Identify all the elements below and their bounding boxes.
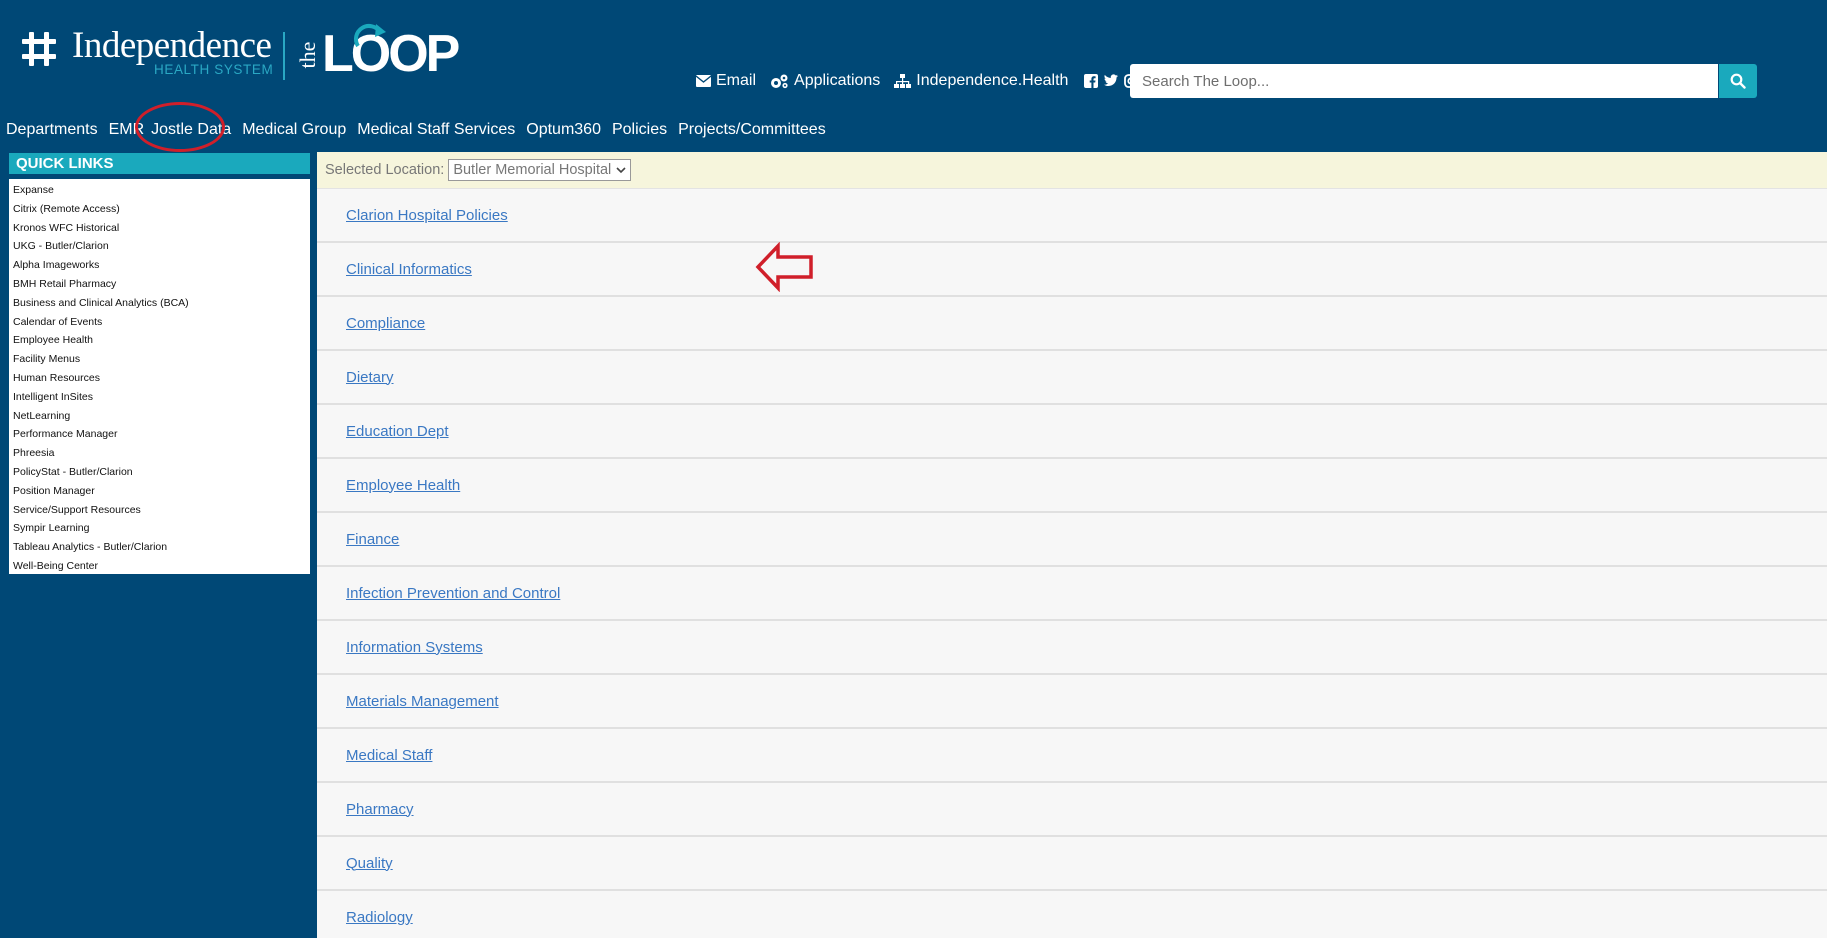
- header: Independence HEALTH SYSTEM the LOOP Emai…: [0, 0, 1827, 120]
- quick-link-bca[interactable]: Business and Clinical Analytics (BCA): [13, 294, 310, 313]
- applications-label: Applications: [794, 72, 881, 89]
- quick-link-expanse[interactable]: Expanse: [13, 181, 310, 200]
- department-row: Compliance: [317, 297, 1827, 351]
- quick-link-netlearning[interactable]: NetLearning: [13, 407, 310, 426]
- brand-name[interactable]: Independence: [72, 24, 272, 67]
- dept-link-compliance[interactable]: Compliance: [346, 315, 425, 332]
- department-row: Information Systems: [317, 621, 1827, 675]
- independence-health-label: Independence.Health: [916, 72, 1069, 89]
- dept-link-clarion-hospital-policies[interactable]: Clarion Hospital Policies: [346, 207, 508, 224]
- dept-link-information-systems[interactable]: Information Systems: [346, 639, 483, 656]
- dept-link-education-dept[interactable]: Education Dept: [346, 423, 449, 440]
- email-label: Email: [716, 72, 757, 89]
- nav-policies[interactable]: Policies: [612, 121, 667, 143]
- quick-link-sympir-learning[interactable]: Sympir Learning: [13, 519, 310, 538]
- quick-link-policystat[interactable]: PolicyStat - Butler/Clarion: [13, 463, 310, 482]
- envelope-icon: [696, 75, 711, 87]
- chevron-down-icon: [616, 166, 626, 173]
- top-links: Email Applications Independence.Health: [696, 70, 1144, 92]
- independence-health-link[interactable]: Independence.Health: [894, 72, 1068, 90]
- dept-link-radiology[interactable]: Radiology: [346, 909, 413, 926]
- quick-link-human-resources[interactable]: Human Resources: [13, 369, 310, 388]
- dept-link-pharmacy[interactable]: Pharmacy: [346, 801, 414, 818]
- department-row: Clarion Hospital Policies: [317, 189, 1827, 243]
- nav-projects-committees[interactable]: Projects/Committees: [678, 121, 826, 143]
- quick-link-position-manager[interactable]: Position Manager: [13, 482, 310, 501]
- brand-subtitle: HEALTH SYSTEM: [154, 62, 274, 77]
- search-input[interactable]: [1130, 64, 1718, 98]
- sitemap-icon: [894, 73, 912, 88]
- loop-arrow-icon: [354, 24, 386, 48]
- department-row: Finance: [317, 513, 1827, 567]
- dept-link-medical-staff[interactable]: Medical Staff: [346, 747, 432, 764]
- department-row: Radiology: [317, 891, 1827, 938]
- loop-prefix: the: [295, 41, 320, 69]
- nav-medical-group[interactable]: Medical Group: [242, 121, 346, 143]
- quick-link-employee-health[interactable]: Employee Health: [13, 331, 310, 350]
- applications-link[interactable]: Applications: [770, 72, 880, 90]
- nav-departments[interactable]: Departments: [6, 121, 98, 143]
- quick-link-intelligent-insites[interactable]: Intelligent InSites: [13, 388, 310, 407]
- dept-link-employee-health[interactable]: Employee Health: [346, 477, 460, 494]
- dept-link-finance[interactable]: Finance: [346, 531, 399, 548]
- department-row: Pharmacy: [317, 783, 1827, 837]
- facebook-icon[interactable]: [1084, 74, 1099, 88]
- quick-link-well-being[interactable]: Well-Being Center: [13, 557, 310, 576]
- quick-link-alpha-imageworks[interactable]: Alpha Imageworks: [13, 256, 310, 275]
- page: Independence HEALTH SYSTEM the LOOP Emai…: [0, 0, 1827, 938]
- nav-jostle-data[interactable]: Jostle Data: [151, 121, 231, 143]
- location-selected: Butler Memorial Hospital: [453, 162, 612, 178]
- dept-link-clinical-informatics[interactable]: Clinical Informatics: [346, 261, 472, 278]
- quick-link-bmh-retail-pharmacy[interactable]: BMH Retail Pharmacy: [13, 275, 310, 294]
- quick-link-performance-manager[interactable]: Performance Manager: [13, 425, 310, 444]
- quick-link-calendar[interactable]: Calendar of Events: [13, 313, 310, 332]
- dept-link-quality[interactable]: Quality: [346, 855, 393, 872]
- location-bar: Selected Location: Butler Memorial Hospi…: [317, 152, 1827, 189]
- twitter-icon[interactable]: [1104, 74, 1119, 88]
- search-icon: [1730, 73, 1746, 89]
- dept-link-infection-prevention[interactable]: Infection Prevention and Control: [346, 585, 560, 602]
- quick-links-title: QUICK LINKS: [9, 153, 310, 174]
- gears-icon: [771, 74, 788, 88]
- nav-optum360[interactable]: Optum360: [526, 121, 601, 143]
- nav-medical-staff-services[interactable]: Medical Staff Services: [357, 121, 515, 143]
- department-row: Medical Staff: [317, 729, 1827, 783]
- quick-link-tableau[interactable]: Tableau Analytics - Butler/Clarion: [13, 538, 310, 557]
- brand-divider: [283, 32, 285, 80]
- quick-link-facility-menus[interactable]: Facility Menus: [13, 350, 310, 369]
- dept-link-materials-management[interactable]: Materials Management: [346, 693, 499, 710]
- department-row: Education Dept: [317, 405, 1827, 459]
- department-row: Employee Health: [317, 459, 1827, 513]
- location-select[interactable]: Butler Memorial Hospital: [448, 159, 632, 181]
- department-row: Materials Management: [317, 675, 1827, 729]
- dept-link-dietary[interactable]: Dietary: [346, 369, 394, 386]
- search-button[interactable]: [1719, 64, 1757, 98]
- department-row: Dietary: [317, 351, 1827, 405]
- independence-logo-icon[interactable]: [20, 30, 58, 68]
- department-row: Infection Prevention and Control: [317, 567, 1827, 621]
- location-label: Selected Location:: [325, 162, 445, 178]
- main-content: Selected Location: Butler Memorial Hospi…: [317, 152, 1827, 938]
- main-nav: Departments EMR Jostle Data Medical Grou…: [6, 121, 837, 143]
- nav-emr[interactable]: EMR: [109, 121, 145, 143]
- quick-link-ukg[interactable]: UKG - Butler/Clarion: [13, 237, 310, 256]
- department-row: Clinical Informatics: [317, 243, 1827, 297]
- quick-links-list: Expanse Citrix (Remote Access) Kronos WF…: [9, 179, 310, 574]
- department-row: Quality: [317, 837, 1827, 891]
- quick-link-phreesia[interactable]: Phreesia: [13, 444, 310, 463]
- department-list: Clarion Hospital Policies Clinical Infor…: [317, 189, 1827, 938]
- quick-link-citrix[interactable]: Citrix (Remote Access): [13, 200, 310, 219]
- email-link[interactable]: Email: [696, 72, 756, 90]
- quick-link-kronos[interactable]: Kronos WFC Historical: [13, 219, 310, 238]
- quick-link-service-support[interactable]: Service/Support Resources: [13, 501, 310, 520]
